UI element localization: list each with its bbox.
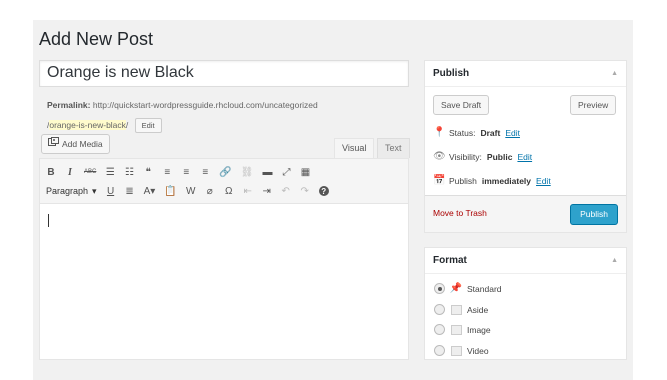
format-option-standard[interactable]: 📌 Standard <box>434 283 502 294</box>
format-select-value: Paragraph <box>46 186 89 196</box>
tab-text[interactable]: Text <box>377 138 410 158</box>
bold-button[interactable]: B <box>46 165 56 179</box>
edit-status-link[interactable]: Edit <box>505 128 520 138</box>
publish-button[interactable]: Publish <box>570 204 618 225</box>
blockquote-button[interactable]: ❝ <box>143 165 153 179</box>
schedule-label: Publish <box>449 175 477 186</box>
text-color-button[interactable]: A▾ <box>144 184 156 198</box>
permalink-base: http://quickstart-wordpressguide.rhcloud… <box>92 100 318 110</box>
strikethrough-button[interactable]: ABC <box>84 165 96 179</box>
media-icon <box>48 135 59 153</box>
help-button[interactable]: ? <box>318 186 329 196</box>
add-media-label: Add Media <box>62 139 103 149</box>
edit-schedule-link[interactable]: Edit <box>536 176 551 186</box>
add-media-button[interactable]: Add Media <box>41 134 110 154</box>
format-box-title: Format <box>433 255 467 266</box>
collapse-arrow-icon[interactable]: ▲ <box>611 70 618 77</box>
schedule-value: immediately <box>481 175 532 186</box>
collapse-arrow-icon[interactable]: ▲ <box>611 257 618 264</box>
read-more-button[interactable]: ▬ <box>263 165 273 179</box>
publish-schedule-row: 📅 Publish immediately Edit <box>433 175 551 186</box>
align-right-button[interactable]: ≡ <box>200 165 210 179</box>
status-value: Draft <box>480 127 501 138</box>
preview-button[interactable]: Preview <box>570 95 617 115</box>
tab-visual[interactable]: Visual <box>334 138 375 158</box>
toolbar-row-2: Paragraph ▾ U ≣ A▾ 📋 W ⌀ Ω ⇤ ⇥ ↶ ↷? <box>46 182 329 200</box>
content-editor[interactable]: B I ABC ☰ ☷ ❝ ≡ ≡ ≡ 🔗 ⛓ ▬ ⤢ ▦ Paragraph ▾ U ≣ A▾ 📋 W ⌀ Ω ⇤ ⇥ ↶… <box>39 158 409 360</box>
italic-button[interactable]: I <box>65 165 75 179</box>
calendar-icon: 📅 <box>433 175 446 186</box>
undo-button[interactable]: ↶ <box>281 184 291 198</box>
move-to-trash-link[interactable]: Move to Trash <box>433 208 487 218</box>
format-option-image[interactable]: Image <box>434 324 491 335</box>
aside-icon <box>450 304 462 315</box>
radio-image[interactable] <box>434 324 445 335</box>
underline-button[interactable]: U <box>106 184 116 198</box>
fullscreen-button[interactable]: ⤢ <box>282 165 292 179</box>
radio-aside[interactable] <box>434 304 445 315</box>
insert-link-button[interactable]: 🔗 <box>219 165 231 179</box>
pin-icon: 📍 <box>433 127 446 138</box>
visibility-row: 👁 Visibility: Public Edit <box>433 151 532 162</box>
paste-word-button[interactable]: W <box>186 184 196 198</box>
status-label: Status: <box>449 127 476 138</box>
visibility-value: Public <box>486 151 513 162</box>
text-cursor <box>48 214 49 227</box>
permalink-label: Permalink: <box>47 100 91 110</box>
post-title-input[interactable]: Orange is new Black <box>39 60 409 87</box>
permalink-slug[interactable]: orange-is-new-black <box>49 120 126 130</box>
align-center-button[interactable]: ≡ <box>181 165 191 179</box>
post-status-row: 📍 Status: Draft Edit <box>433 127 520 138</box>
edit-permalink-button[interactable]: Edit <box>134 118 162 134</box>
format-label-aside: Aside <box>467 304 489 315</box>
numbered-list-button[interactable]: ☷ <box>124 165 134 179</box>
special-character-button[interactable]: Ω <box>224 184 234 198</box>
format-option-video[interactable]: Video <box>434 345 489 356</box>
toolbar-row-1: B I ABC ☰ ☷ ❝ ≡ ≡ ≡ 🔗 ⛓ ▬ ⤢ ▦ <box>46 163 311 181</box>
justify-button[interactable]: ≣ <box>125 184 135 198</box>
edit-visibility-link[interactable]: Edit <box>517 152 532 162</box>
remove-link-button[interactable]: ⛓ <box>241 165 254 179</box>
publish-actions: Move to Trash Publish <box>425 195 626 232</box>
outdent-button[interactable]: ⇤ <box>243 184 253 198</box>
redo-button[interactable]: ↷ <box>300 184 310 198</box>
page-title: Add New Post <box>39 29 154 49</box>
format-label-standard: Standard <box>467 283 502 294</box>
video-icon <box>450 345 462 356</box>
paste-text-button[interactable]: 📋 <box>164 184 176 198</box>
radio-video[interactable] <box>434 345 445 356</box>
indent-button[interactable]: ⇥ <box>262 184 272 198</box>
eye-icon: 👁 <box>433 151 446 162</box>
publish-box-header[interactable]: Publish ▲ <box>425 61 626 87</box>
radio-standard[interactable] <box>434 283 445 294</box>
permalink-bar: Permalink: http://quickstart-wordpressgu… <box>47 95 407 135</box>
format-box: Format ▲ 📌 Standard Aside Image Video <box>424 247 627 360</box>
editor-toolbar: B I ABC ☰ ☷ ❝ ≡ ≡ ≡ 🔗 ⛓ ▬ ⤢ ▦ Paragraph ▾ U ≣ A▾ 📋 W ⌀ Ω ⇤ ⇥ ↶… <box>40 159 408 204</box>
format-label-image: Image <box>467 324 491 335</box>
toolbar-row-2-buttons: U ≣ A▾ 📋 W ⌀ Ω ⇤ ⇥ ↶ ↷? <box>106 184 329 198</box>
publish-box-title: Publish <box>433 68 470 79</box>
bullet-list-button[interactable]: ☰ <box>105 165 115 179</box>
toolbar-toggle-button[interactable]: ▦ <box>301 165 311 179</box>
paragraph-format-select[interactable]: Paragraph ▾ <box>46 186 97 197</box>
clear-formatting-button[interactable]: ⌀ <box>205 184 215 198</box>
publish-box: Publish ▲ Save Draft Preview 📍 Status: D… <box>424 60 627 233</box>
save-draft-button[interactable]: Save Draft <box>433 95 490 115</box>
format-label-video: Video <box>467 345 489 356</box>
format-box-header[interactable]: Format ▲ <box>425 248 626 274</box>
pin-icon: 📌 <box>449 283 463 294</box>
permalink-suffix: / <box>125 120 129 130</box>
image-icon <box>450 324 462 335</box>
chevron-down-icon: ▾ <box>92 185 97 196</box>
visibility-label: Visibility: <box>449 151 482 162</box>
align-left-button[interactable]: ≡ <box>162 165 172 179</box>
format-option-aside[interactable]: Aside <box>434 304 488 315</box>
